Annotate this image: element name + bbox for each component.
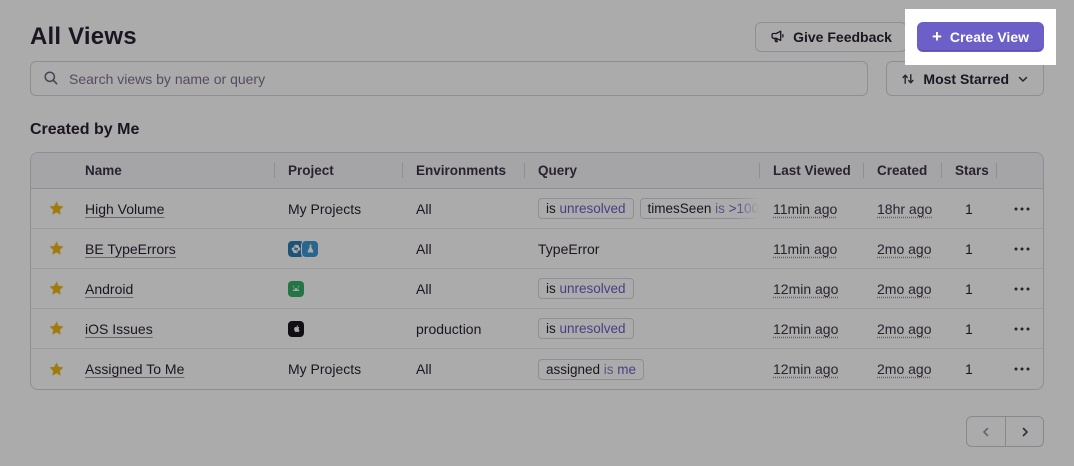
create-view-button[interactable]: + Create View bbox=[917, 22, 1044, 52]
dim-overlay bbox=[0, 0, 1074, 466]
create-view-label: Create View bbox=[950, 29, 1029, 45]
spotlight-highlight: + Create View bbox=[905, 9, 1056, 65]
plus-icon: + bbox=[932, 28, 942, 45]
